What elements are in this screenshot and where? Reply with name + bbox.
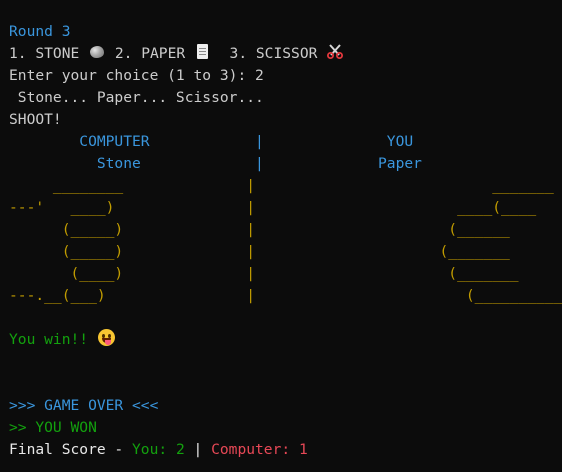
menu-option-paper: 2. PAPER (106, 45, 186, 62)
hands-art-row: ________ | _______ (9, 177, 554, 194)
scissors-icon (326, 44, 344, 59)
menu-option-stone: 1. STONE (9, 45, 80, 62)
paper-icon (194, 44, 212, 59)
winner-line: >> YOU WON (9, 419, 97, 436)
round-line: Round 3 (9, 23, 71, 40)
prompt-line[interactable]: Enter your choice (1 to 3): 2 (9, 65, 264, 87)
hands-art-row: ---' ____) | ____(____ '--- (9, 199, 562, 216)
computer-score: Computer: 1 (211, 441, 308, 458)
menu-line: 1. STONE 2. PAPER 3. SCISSOR (9, 43, 344, 65)
terminal-window[interactable]: Round 3 1. STONE 2. PAPER 3. SCISSOR Ent… (0, 0, 562, 472)
game-over-line: >>> GAME OVER <<< (9, 397, 159, 414)
chant-line: Stone... Paper... Scissor... (9, 89, 264, 106)
player-header: COMPUTER | YOU (9, 133, 414, 150)
player-choices: Stone | Paper (9, 155, 422, 172)
final-score-line: Final Score - You: 2 | Computer: 1 (9, 439, 308, 461)
final-score-label: Final Score - (9, 441, 133, 458)
stone-icon (88, 45, 106, 59)
you-score: You: 2 (132, 441, 185, 458)
menu-option-scissor: 3. SCISSOR (211, 45, 318, 62)
prompt-label: Enter your choice (1 to 3): (9, 67, 256, 84)
hands-art-row: (_____) | (______ (9, 221, 510, 238)
result-line: You win!! (9, 329, 115, 351)
hands-art-row: (_____) | (_______ (9, 243, 510, 260)
hands-art-row: ---.__(___) | (__________.--- (9, 287, 562, 304)
hands-art-row: (____) | (_______ (9, 265, 519, 282)
shoot-line: SHOOT! (9, 111, 62, 128)
tongue-smile-icon (97, 329, 115, 346)
choice-input[interactable]: 2 (255, 67, 264, 84)
result-text: You win!! (9, 331, 97, 348)
score-separator: | (184, 441, 212, 458)
